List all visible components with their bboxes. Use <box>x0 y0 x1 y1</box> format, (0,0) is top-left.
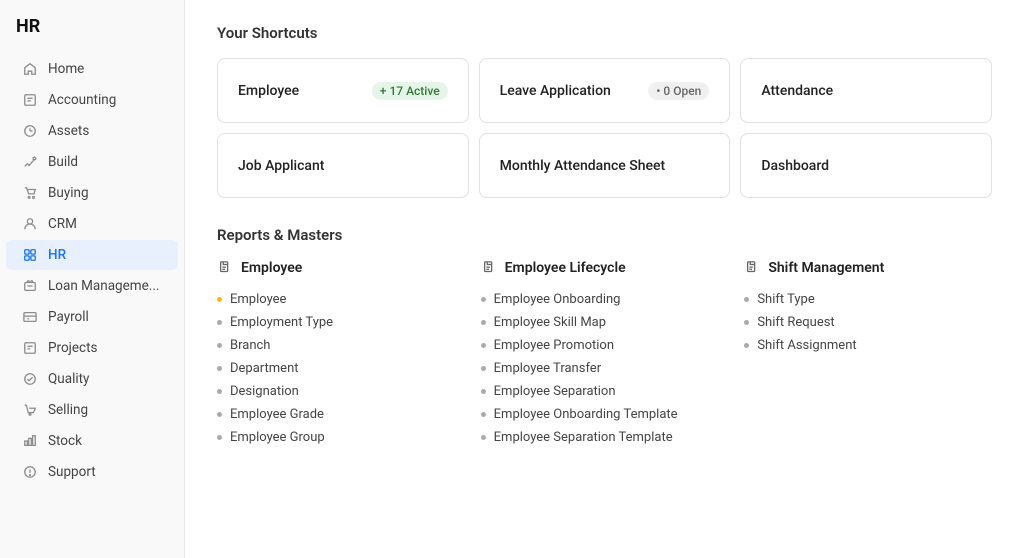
document-icon <box>744 260 760 276</box>
report-list: EmployeeEmployment TypeBranchDepartmentD… <box>217 288 465 449</box>
selling-icon <box>22 402 38 418</box>
sidebar-item-label: CRM <box>48 216 77 232</box>
sidebar-item-label: Buying <box>48 185 89 201</box>
report-group-header: Shift Management <box>744 260 992 276</box>
shortcut-label: Monthly Attendance Sheet <box>500 158 666 174</box>
main-content: Your Shortcuts Employee + 17 Active Leav… <box>185 0 1024 558</box>
report-list-item[interactable]: Employee Grade <box>217 403 465 426</box>
report-group-title: Employee Lifecycle <box>505 260 626 276</box>
sidebar-item-label: Home <box>48 61 84 77</box>
reports-grid: Employee EmployeeEmployment TypeBranchDe… <box>217 260 992 449</box>
sidebar-item-label: Accounting <box>48 92 116 108</box>
report-group-employee-lifecycle-group: Employee Lifecycle Employee OnboardingEm… <box>481 260 729 449</box>
sidebar-item-label: Stock <box>48 433 82 449</box>
sidebar-item-label: Projects <box>48 340 98 356</box>
sidebar-item-label: Quality <box>48 371 89 387</box>
reports-section: Reports & Masters Employee EmployeeEmplo… <box>217 226 992 449</box>
shortcut-label: Dashboard <box>761 158 829 174</box>
shortcuts-grid: Employee + 17 Active Leave Application •… <box>217 58 992 198</box>
shortcut-label: Employee <box>238 83 299 99</box>
payroll-icon <box>22 309 38 325</box>
shortcuts-section-title: Your Shortcuts <box>217 24 992 42</box>
sidebar-item-assets[interactable]: Assets <box>6 116 178 146</box>
shortcut-card-monthly-attendance[interactable]: Monthly Attendance Sheet <box>479 133 731 198</box>
sidebar: HR Home Accounting Assets Build Buying C… <box>0 0 185 558</box>
home-icon <box>22 61 38 77</box>
report-list: Employee OnboardingEmployee Skill MapEmp… <box>481 288 729 449</box>
document-icon <box>217 260 233 276</box>
document-icon <box>481 260 497 276</box>
sidebar-item-crm[interactable]: CRM <box>6 209 178 239</box>
report-group-title: Employee <box>241 260 302 276</box>
report-list-item[interactable]: Employee <box>217 288 465 311</box>
assets-icon <box>22 123 38 139</box>
report-list-item[interactable]: Department <box>217 357 465 380</box>
sidebar-item-payroll[interactable]: Payroll <box>6 302 178 332</box>
report-list-item[interactable]: Employment Type <box>217 311 465 334</box>
sidebar-item-hr[interactable]: HR <box>6 240 178 270</box>
report-list-item[interactable]: Branch <box>217 334 465 357</box>
sidebar-item-label: Support <box>48 464 96 480</box>
shortcut-label: Job Applicant <box>238 158 324 174</box>
support-icon <box>22 464 38 480</box>
report-list-item[interactable]: Employee Skill Map <box>481 311 729 334</box>
shortcut-card-employee[interactable]: Employee + 17 Active <box>217 58 469 123</box>
sidebar-item-label: Payroll <box>48 309 89 325</box>
reports-section-title: Reports & Masters <box>217 226 992 244</box>
shortcut-card-attendance[interactable]: Attendance <box>740 58 992 123</box>
sidebar-item-support[interactable]: Support <box>6 457 178 487</box>
sidebar-item-selling[interactable]: Selling <box>6 395 178 425</box>
build-icon <box>22 154 38 170</box>
shortcut-badge: • 0 Open <box>648 82 709 100</box>
shortcut-label: Leave Application <box>500 83 611 99</box>
sidebar-item-loan[interactable]: Loan Manageme... <box>6 271 178 301</box>
report-list-item[interactable]: Employee Group <box>217 426 465 449</box>
sidebar-item-quality[interactable]: Quality <box>6 364 178 394</box>
report-list-item[interactable]: Shift Request <box>744 311 992 334</box>
report-list-item[interactable]: Employee Onboarding Template <box>481 403 729 426</box>
report-list-item[interactable]: Shift Assignment <box>744 334 992 357</box>
crm-icon <box>22 216 38 232</box>
sidebar-item-buying[interactable]: Buying <box>6 178 178 208</box>
sidebar-item-label: Assets <box>48 123 89 139</box>
accounting-icon <box>22 92 38 108</box>
loan-icon <box>22 278 38 294</box>
report-list-item[interactable]: Employee Onboarding <box>481 288 729 311</box>
report-list-item[interactable]: Employee Separation Template <box>481 426 729 449</box>
quality-icon <box>22 371 38 387</box>
projects-icon <box>22 340 38 356</box>
sidebar-item-projects[interactable]: Projects <box>6 333 178 363</box>
report-list-item[interactable]: Employee Separation <box>481 380 729 403</box>
report-list-item[interactable]: Shift Type <box>744 288 992 311</box>
sidebar-item-accounting[interactable]: Accounting <box>6 85 178 115</box>
report-group-title: Shift Management <box>768 260 884 276</box>
report-list: Shift TypeShift RequestShift Assignment <box>744 288 992 357</box>
shortcut-card-job-applicant[interactable]: Job Applicant <box>217 133 469 198</box>
report-group-employee-group: Employee EmployeeEmployment TypeBranchDe… <box>217 260 465 449</box>
shortcut-label: Attendance <box>761 83 833 99</box>
sidebar-item-home[interactable]: Home <box>6 54 178 84</box>
report-list-item[interactable]: Employee Transfer <box>481 357 729 380</box>
sidebar-item-label: Build <box>48 154 78 170</box>
report-group-header: Employee <box>217 260 465 276</box>
shortcut-card-dashboard[interactable]: Dashboard <box>740 133 992 198</box>
sidebar-item-label: Selling <box>48 402 88 418</box>
buying-icon <box>22 185 38 201</box>
sidebar-item-label: HR <box>48 247 66 263</box>
stock-icon <box>22 433 38 449</box>
report-list-item[interactable]: Employee Promotion <box>481 334 729 357</box>
shortcut-badge: + 17 Active <box>372 82 448 100</box>
sidebar-item-label: Loan Manageme... <box>48 278 159 294</box>
report-group-header: Employee Lifecycle <box>481 260 729 276</box>
sidebar-item-stock[interactable]: Stock <box>6 426 178 456</box>
shortcut-card-leave-application[interactable]: Leave Application • 0 Open <box>479 58 731 123</box>
sidebar-item-build[interactable]: Build <box>6 147 178 177</box>
hr-icon <box>22 247 38 263</box>
app-title: HR <box>0 16 184 53</box>
report-list-item[interactable]: Designation <box>217 380 465 403</box>
report-group-shift-management-group: Shift Management Shift TypeShift Request… <box>744 260 992 449</box>
